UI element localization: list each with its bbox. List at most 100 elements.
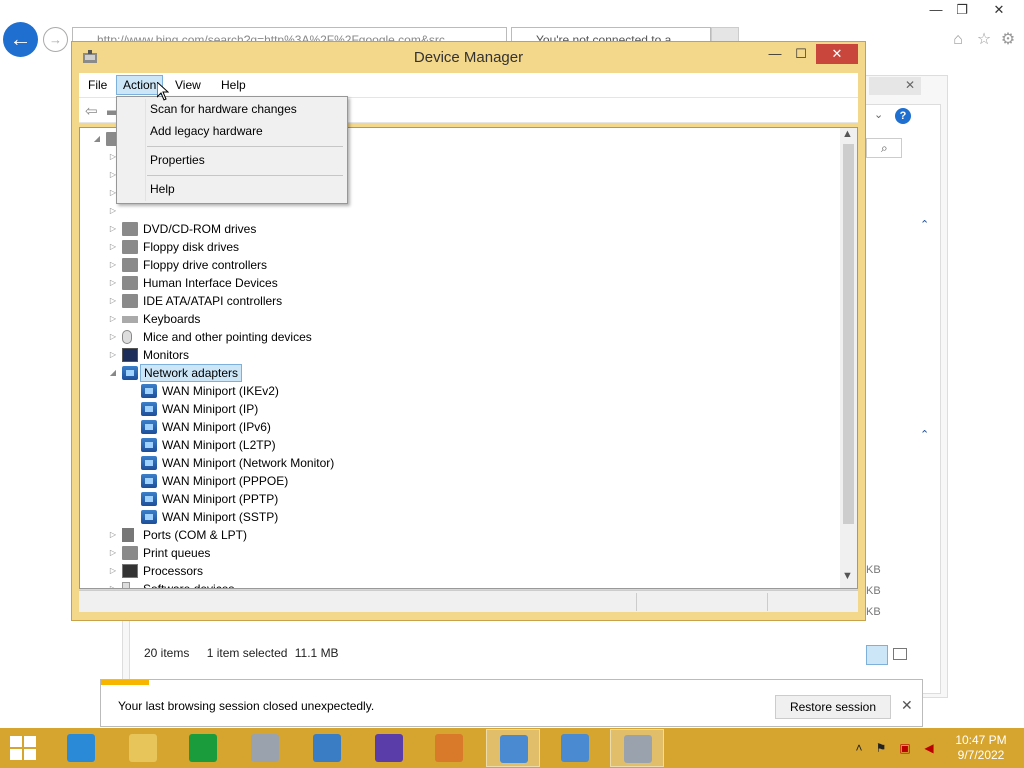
clock[interactable]: 10:47 PM 9/7/2022 xyxy=(946,733,1016,763)
taskbar-button[interactable] xyxy=(54,729,108,767)
help-icon[interactable]: ? xyxy=(895,108,911,124)
expand-arrow-icon[interactable]: ▷ xyxy=(108,526,118,544)
tree-row[interactable]: ▷ Monitors xyxy=(108,346,628,364)
status-bar xyxy=(79,590,858,612)
tree-row[interactable]: WAN Miniport (IPv6) xyxy=(127,418,647,436)
expand-arrow-icon[interactable]: ▷ xyxy=(108,274,118,292)
search-icon: ⌕ xyxy=(881,141,888,155)
show-hidden-icons-icon[interactable]: ˄ xyxy=(852,741,866,755)
tree-row[interactable]: ▷ Floppy disk drives xyxy=(108,238,628,256)
maximize-icon[interactable]: ☐ xyxy=(788,44,814,64)
menu-help[interactable]: Help xyxy=(215,75,252,95)
network-status-icon[interactable]: ▣ xyxy=(898,741,912,755)
vertical-scrollbar[interactable]: ▲ ▼ xyxy=(840,128,857,588)
details-view-button[interactable] xyxy=(866,645,888,665)
tree-row[interactable]: WAN Miniport (IKEv2) xyxy=(127,382,647,400)
taskbar-button[interactable] xyxy=(422,729,476,767)
expand-arrow-icon[interactable]: ▷ xyxy=(108,544,118,562)
expand-arrow-icon[interactable]: ▷ xyxy=(108,292,118,310)
mouse-icon xyxy=(122,330,132,344)
tree-row[interactable]: ▷ Human Interface Devices xyxy=(108,274,628,292)
network-adapter-icon xyxy=(141,402,157,416)
restore-session-button[interactable]: Restore session xyxy=(775,695,891,719)
chevron-up-icon[interactable]: ⌃ xyxy=(920,218,929,231)
taskbar-button[interactable] xyxy=(610,729,664,767)
taskbar-button[interactable] xyxy=(176,729,230,767)
selection-size: 11.1 MB xyxy=(294,646,339,660)
expand-arrow-icon[interactable]: ▷ xyxy=(108,346,118,364)
scroll-up-icon[interactable]: ▲ xyxy=(842,128,853,140)
expand-arrow-icon[interactable]: ◢ xyxy=(92,130,102,148)
tree-row[interactable]: ▷ Keyboards xyxy=(108,310,628,328)
action-center-flag-icon[interactable]: ⚑ xyxy=(874,741,888,755)
tree-row[interactable]: ◢ Network adapters xyxy=(108,364,628,382)
tree-item-label: WAN Miniport (IPv6) xyxy=(162,420,271,434)
expand-arrow-icon[interactable]: ▷ xyxy=(108,580,118,588)
menu-item-help[interactable]: Help xyxy=(150,178,175,200)
large-icons-view-button[interactable] xyxy=(893,648,907,660)
tree-row[interactable]: ▷ Floppy drive controllers xyxy=(108,256,628,274)
taskbar-button[interactable] xyxy=(300,729,354,767)
gear-icon[interactable]: ⚙ xyxy=(998,30,1018,50)
tree-item-label: Network adapters xyxy=(140,364,243,382)
menu-file[interactable]: File xyxy=(82,75,113,95)
menu-item-scan-hardware[interactable]: Scan for hardware changes xyxy=(150,98,297,120)
tree-row[interactable]: WAN Miniport (SSTP) xyxy=(127,508,647,526)
tree-row[interactable]: ▷ Ports (COM & LPT) xyxy=(108,526,628,544)
collapse-arrow-icon[interactable]: ◢ xyxy=(108,364,118,382)
expand-arrow-icon[interactable]: ▷ xyxy=(108,202,118,220)
expand-arrow-icon[interactable]: ▷ xyxy=(108,238,118,256)
tree-row[interactable]: ▷ DVD/CD-ROM drives xyxy=(108,220,628,238)
network-adapter-icon xyxy=(141,438,157,452)
tree-row[interactable]: WAN Miniport (IP) xyxy=(127,400,647,418)
tree-row[interactable]: WAN Miniport (PPTP) xyxy=(127,490,647,508)
tree-item-label: Ports (COM & LPT) xyxy=(143,528,248,542)
close-icon[interactable]: ✕ xyxy=(905,78,915,92)
favorites-star-icon[interactable]: ☆ xyxy=(974,30,994,50)
chevron-down-icon[interactable]: ⌄ xyxy=(874,108,883,121)
port-icon xyxy=(122,528,134,542)
taskbar-button[interactable] xyxy=(238,729,292,767)
windows-start-icon[interactable] xyxy=(10,736,38,760)
expand-arrow-icon[interactable]: ▷ xyxy=(108,220,118,238)
tree-row[interactable]: WAN Miniport (Network Monitor) xyxy=(127,454,647,472)
tree-row[interactable]: ▷ Processors xyxy=(108,562,628,580)
home-icon[interactable]: ⌂ xyxy=(948,30,968,50)
taskbar-button[interactable] xyxy=(486,729,540,767)
close-icon[interactable]: ✕ xyxy=(816,44,858,64)
close-icon[interactable]: ✕ xyxy=(901,697,913,714)
tree-row[interactable]: ▷ IDE ATA/ATAPI controllers xyxy=(108,292,628,310)
tree-row[interactable]: WAN Miniport (PPPOE) xyxy=(127,472,647,490)
network-adapter-icon xyxy=(141,420,157,434)
expand-arrow-icon[interactable]: ▷ xyxy=(108,310,118,328)
back-arrow-icon[interactable]: ← xyxy=(3,22,38,57)
scrollbar-thumb[interactable] xyxy=(843,144,854,524)
search-box[interactable]: ⌕ xyxy=(866,138,902,158)
tree-row[interactable]: ▷ Print queues xyxy=(108,544,628,562)
back-arrow-icon[interactable]: ⇦ xyxy=(85,102,98,120)
tree-row[interactable]: WAN Miniport (L2TP) xyxy=(127,436,647,454)
forward-arrow-icon[interactable]: → xyxy=(43,27,68,52)
expand-arrow-icon[interactable]: ▷ xyxy=(108,256,118,274)
internet-explorer-icon xyxy=(67,734,95,762)
notification-message: Your last browsing session closed unexpe… xyxy=(118,699,375,713)
minimize-icon[interactable]: — xyxy=(762,44,788,64)
start-tile xyxy=(10,749,22,760)
restore-icon[interactable]: ❐ xyxy=(947,0,977,20)
expand-arrow-icon[interactable]: ▷ xyxy=(108,562,118,580)
menu-item-properties[interactable]: Properties xyxy=(150,149,205,171)
expand-arrow-icon[interactable]: ▷ xyxy=(108,328,118,346)
taskbar-button[interactable] xyxy=(362,729,416,767)
taskbar-button[interactable] xyxy=(548,729,602,767)
chevron-up-icon[interactable]: ⌃ xyxy=(920,428,929,441)
tree-row[interactable]: ▷ Software devices xyxy=(108,580,628,588)
scroll-down-icon[interactable]: ▼ xyxy=(842,570,853,582)
menu-view[interactable]: View xyxy=(169,75,207,95)
tree-row[interactable]: ▷ Mice and other pointing devices xyxy=(108,328,628,346)
volume-muted-icon[interactable]: ◀ xyxy=(922,741,936,755)
title-bar[interactable]: Device Manager — ☐ ✕ xyxy=(72,42,865,72)
background-tab[interactable]: ✕ xyxy=(869,77,921,95)
menu-item-add-legacy-hardware[interactable]: Add legacy hardware xyxy=(150,120,263,142)
taskbar-button[interactable] xyxy=(116,729,170,767)
close-icon[interactable]: ✕ xyxy=(984,0,1014,20)
